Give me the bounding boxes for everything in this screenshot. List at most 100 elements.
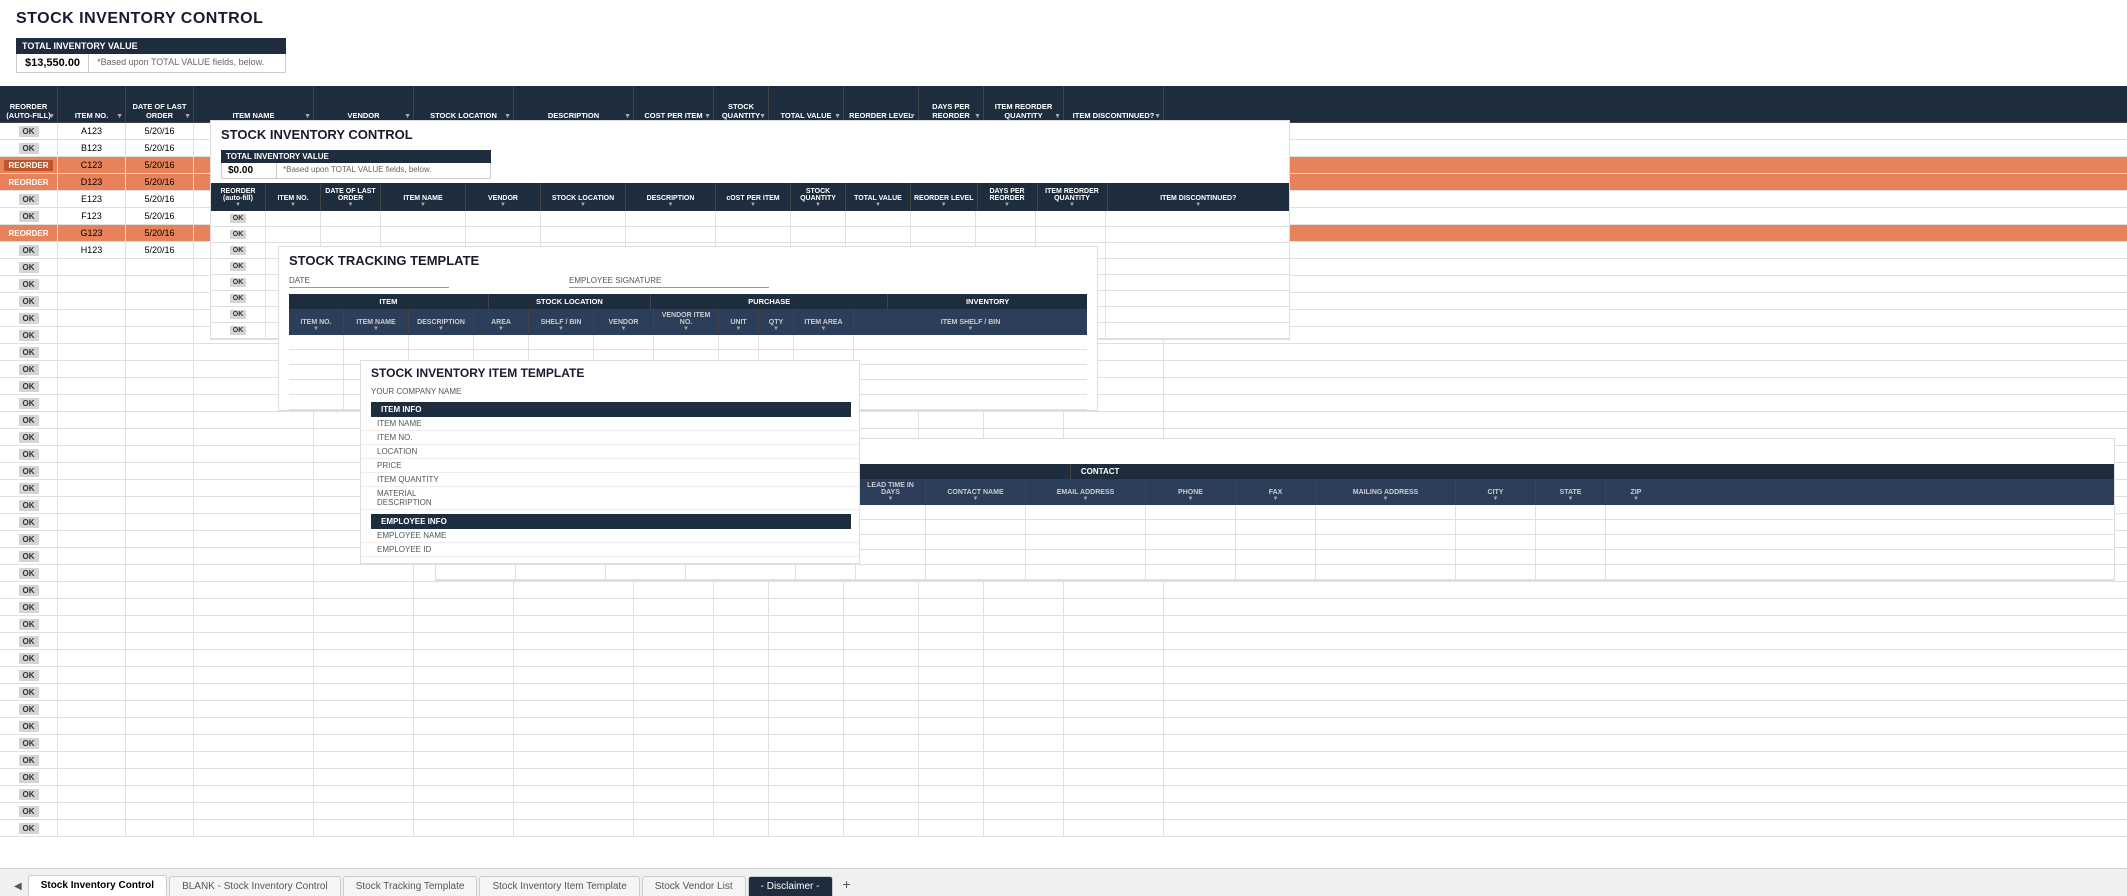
tab-stock-inventory-control[interactable]: Stock Inventory Control (28, 875, 167, 896)
add-sheet-button[interactable]: + (835, 872, 859, 896)
dropdown-arrow[interactable]: ▼ (624, 113, 631, 120)
embedded-header-cell[interactable]: REORDER LEVEL▼ (911, 183, 978, 211)
header-stock-quantity[interactable]: STOCKQUANTITY ▼ (714, 86, 769, 122)
cell-status: OK (0, 684, 58, 700)
cell-item-no: F123 (58, 208, 126, 224)
app-container: STOCK INVENTORY CONTROL TOTAL INVENTORY … (0, 0, 2127, 896)
table-row: OK (0, 599, 2127, 616)
tracking-sub-cell[interactable]: AREA▼ (474, 309, 529, 335)
header-description[interactable]: DESCRIPTION ▼ (514, 86, 634, 122)
tracking-sub-cell[interactable]: ITEM NO.▼ (289, 309, 344, 335)
tracking-section-stock-location: STOCK LOCATION (489, 294, 651, 309)
table-row: OK (0, 735, 2127, 752)
tracking-sub-cell[interactable]: VENDOR ITEMNO.▼ (654, 309, 719, 335)
cell-status: OK (0, 752, 58, 768)
dropdown-arrow[interactable]: ▼ (304, 113, 311, 120)
dropdown-arrow[interactable]: ▼ (759, 113, 766, 120)
embedded-header-cell[interactable]: REORDER(auto-fill)▼ (211, 183, 266, 211)
vendor-sub-cell[interactable]: CONTACT NAME▼ (926, 479, 1026, 505)
vendor-sub-cell[interactable]: MAILING ADDRESS▼ (1316, 479, 1456, 505)
header-item-name[interactable]: ITEM NAME ▼ (194, 86, 314, 122)
dropdown-arrow[interactable]: ▼ (504, 113, 511, 120)
embedded-table-row: OK (211, 227, 1289, 243)
cell-date: 5/20/16 (126, 140, 194, 156)
header-total-value[interactable]: TOTAL VALUE ▼ (769, 86, 844, 122)
cell-item-no: G123 (58, 225, 126, 241)
vendor-sub-cell[interactable]: FAX▼ (1236, 479, 1316, 505)
dropdown-arrow[interactable]: ▼ (1154, 113, 1161, 120)
tracking-section-purchase: PURCHASE (651, 294, 888, 309)
vendor-sub-cell[interactable]: LEAD TIME INDAYS▼ (856, 479, 926, 505)
cell-status: OK (0, 123, 58, 139)
cell-status: OK (0, 599, 58, 615)
tab-stock-vendor-list[interactable]: Stock Vendor List (642, 876, 746, 896)
embedded-header-cell[interactable]: DAYS PERREORDER▼ (978, 183, 1038, 211)
tab-disclaimer[interactable]: - Disclaimer - (748, 876, 833, 896)
field-item-name: ITEM NAME (361, 417, 859, 431)
embedded-total-value: $0.00 (222, 163, 277, 178)
header-stock-location[interactable]: STOCK LOCATION ▼ (414, 86, 514, 122)
dropdown-arrow[interactable]: ▼ (116, 113, 123, 120)
vendor-sub-cell[interactable]: CITY▼ (1456, 479, 1536, 505)
embedded-header-cell[interactable]: ITEM NAME▼ (381, 183, 466, 211)
header-days-per-reorder[interactable]: DAYS PERREORDER ▼ (919, 86, 984, 122)
field-item-qty: ITEM QUANTITY (361, 473, 859, 487)
tracking-sub-cell[interactable]: ITEM NAME▼ (344, 309, 409, 335)
header-discontinued[interactable]: ITEM DISCONTINUED? ▼ (1064, 86, 1164, 122)
header-vendor[interactable]: VENDOR ▼ (314, 86, 414, 122)
company-name: YOUR COMPANY NAME (361, 385, 859, 398)
dropdown-arrow[interactable]: ▼ (704, 113, 711, 120)
header-cost-per-item[interactable]: cOsT PER ITEM ▼ (634, 86, 714, 122)
tracking-sub-cell[interactable]: UNIT▼ (719, 309, 759, 335)
prev-sheet-arrow[interactable]: ◀ (8, 877, 28, 896)
embedded-header-cell[interactable]: VENDOR▼ (466, 183, 541, 211)
embedded-header-cell[interactable]: TOTAL VALUE▼ (846, 183, 911, 211)
embedded-header-cell[interactable]: STOCKQUANTITY▼ (791, 183, 846, 211)
dropdown-arrow[interactable]: ▼ (184, 113, 191, 120)
dropdown-arrow[interactable]: ▼ (404, 113, 411, 120)
tracking-sub-cell[interactable]: ITEM AREA▼ (794, 309, 854, 335)
embedded-header-cell[interactable]: ITEM NO.▼ (266, 183, 321, 211)
tracking-sub-cell[interactable]: SHELF / BIN▼ (529, 309, 594, 335)
embedded-header-cell[interactable]: DESCRIPTION▼ (626, 183, 716, 211)
vendor-sub-cell[interactable]: EMAIL ADDRESS▼ (1026, 479, 1146, 505)
tab-stock-tracking-template[interactable]: Stock Tracking Template (343, 876, 478, 896)
embedded-header-cell[interactable]: STOCK LOCATION▼ (541, 183, 626, 211)
embedded-total-label: TOTAL INVENTORY VALUE (221, 150, 491, 163)
total-inventory-value: $13,550.00 (17, 54, 89, 72)
vendor-table-row (436, 565, 2114, 580)
embedded-header-cell[interactable]: cOST PER ITEM▼ (716, 183, 791, 211)
tab-blank-stock-inventory-control[interactable]: BLANK - Stock Inventory Control (169, 876, 341, 896)
dropdown-arrow[interactable]: ▼ (1054, 113, 1061, 120)
header-item-no[interactable]: ITEM NO. ▼ (58, 86, 126, 122)
vendor-sub-cell[interactable]: STATE▼ (1536, 479, 1606, 505)
tracking-sub-cell[interactable]: DESCRIPTION▼ (409, 309, 474, 335)
dropdown-arrow[interactable]: ▼ (48, 113, 55, 120)
tracking-fields-row: DATE EMPLOYEE SIGNATURE (279, 274, 1097, 294)
header-date-last-order[interactable]: DATE OF LASTORDER ▼ (126, 86, 194, 122)
header-reorder[interactable]: REORDER(auto-fill) ▼ (0, 86, 58, 122)
table-row: OK (0, 820, 2127, 837)
embedded-header-cell[interactable]: ITEM DISCONTINUED?▼ (1108, 183, 1289, 211)
dropdown-arrow[interactable]: ▼ (974, 113, 981, 120)
dropdown-arrow[interactable]: ▼ (834, 113, 841, 120)
main-title: STOCK INVENTORY CONTROL (0, 0, 2127, 34)
sheet-tab-bar: ◀ Stock Inventory Control BLANK - Stock … (0, 868, 2127, 896)
cell-status: OK (0, 140, 58, 156)
embedded-header-cell[interactable]: ITEM REORDERQUANTITY▼ (1038, 183, 1108, 211)
vendor-sub-cell[interactable]: PHONE▼ (1146, 479, 1236, 505)
cell-status: OK (0, 735, 58, 751)
cell-status: OK (0, 276, 58, 292)
header-reorder-level[interactable]: REORDER LEVEL ▼ (844, 86, 919, 122)
tracking-sub-cell[interactable]: ITEM SHELF / BIN▼ (854, 309, 1087, 335)
cell-status: OK (0, 242, 58, 258)
cell-status: OK (0, 786, 58, 802)
tracking-sub-cell[interactable]: VENDOR▼ (594, 309, 654, 335)
tracking-sub-cell[interactable]: QTY▼ (759, 309, 794, 335)
dropdown-arrow[interactable]: ▼ (909, 113, 916, 120)
embedded-header-cell[interactable]: DATE OF LASTORDER▼ (321, 183, 381, 211)
header-item-reorder-qty[interactable]: ITEM REORDERQUANTITY ▼ (984, 86, 1064, 122)
vendor-sub-cell[interactable]: ZIP▼ (1606, 479, 1666, 505)
tab-stock-inventory-item-template[interactable]: Stock Inventory Item Template (479, 876, 639, 896)
tracking-table-row (289, 335, 1087, 350)
